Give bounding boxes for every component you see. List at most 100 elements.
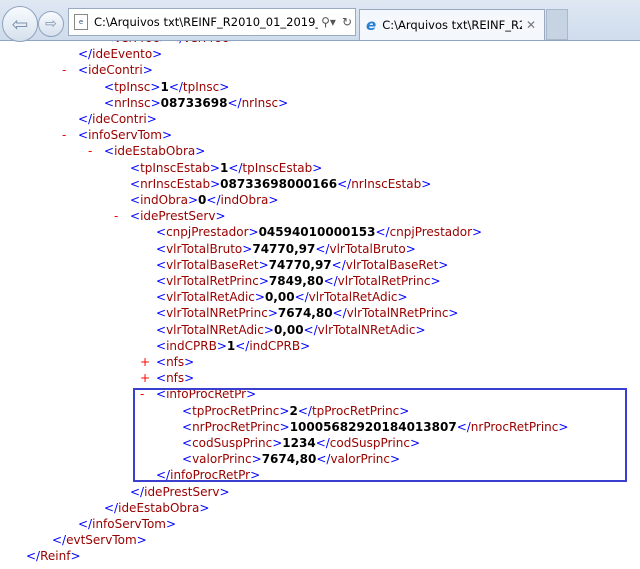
bracket: > [136,533,147,548]
bracket: < [156,371,167,386]
bracket: </ [206,193,221,207]
tag-name: nrInscEstab [140,176,211,191]
tag-name: indCPRB [166,338,217,353]
bracket: </ [303,322,318,337]
bracket: < [156,290,167,305]
xml-line: <cnpjPrestador>04594010000153</cnpjPrest… [156,224,482,240]
xml-line: <vlrTotalRetPrinc>7849,80</vlrTotalRetPr… [156,273,441,289]
tag-name: nrInsc [114,95,151,110]
forward-arrow-icon: ⇨ [45,16,57,32]
tab-active[interactable]: e C:\Arquivos txt\REINF_R201... ✕ [359,9,545,40]
bracket: < [156,241,167,256]
xml-line: </evtServTom> [52,532,147,548]
bracket: > [472,225,483,240]
tag-value: 08733698000166 [220,176,338,191]
xml-line: <nrInscEstab>08733698000166</nrInscEstab… [130,176,431,192]
bracket: > [146,112,157,126]
xml-line: <vlrTotalRetAdic>0,00</vlrTotalRetAdic> [156,289,408,305]
bracket: > [258,274,269,288]
tag-name: idePrestServ [140,209,216,224]
bracket: </ [78,47,93,62]
tag-value: 74770,97 [252,241,316,256]
bracket: < [104,79,115,94]
address-bar[interactable]: e C:\Arquivos txt\REINF_R2010_01_2019_F … [68,8,356,36]
new-tab-button[interactable] [546,9,568,40]
xml-line: <ideEstabObra> [104,143,205,159]
tag-name: indObra [220,193,269,207]
tag-value: 7674,80 [277,306,333,321]
tag-name: infoServTom [88,128,162,143]
bracket: > [267,306,278,321]
bracket: </ [331,257,346,272]
close-icon[interactable]: ✕ [526,18,536,32]
tag-name: nfs [166,371,185,386]
xml-line: </idePrestServ> [130,484,230,500]
bracket: </ [168,79,183,94]
forward-button[interactable]: ⇨ [38,11,64,37]
tag-name: indCPRB [249,338,301,353]
bracket: < [130,160,141,175]
xml-line: <vlrTotalBaseRet>74770,97</vlrTotalBaseR… [156,257,448,273]
tag-name: ideContri [88,63,143,78]
search-icon[interactable]: ⚲▾ [321,15,336,29]
bracket: < [156,257,167,272]
tag-name: infoServTom [92,517,166,531]
tag-name: vlrTotalNRetAdic [166,322,264,337]
bracket: < [156,322,167,337]
xml-line: </Reinf> [26,548,81,564]
xml-line: <nfs> [156,354,194,370]
bracket: > [219,79,230,94]
tag-name: vlrTotalNRetPrinc [346,306,449,321]
tag-value: 0,00 [264,290,295,305]
xml-line: </infoServTom> [78,516,176,532]
bracket: </ [323,274,338,288]
bracket: > [165,517,177,531]
expand-toggle[interactable]: + [140,370,150,386]
tag-name: indObra [140,193,188,207]
tag-name: ideEstabObra [118,500,200,515]
tag-value: 04594010000153 [258,225,376,240]
tag-name: idePrestServ [144,484,220,499]
collapse-toggle[interactable]: - [114,208,124,224]
bracket: > [184,371,195,386]
bracket: > [254,290,265,305]
bracket: > [210,176,221,191]
tag-name: nrInscEstab [351,176,422,191]
bracket: > [300,338,311,353]
bracket: < [78,63,89,78]
bracket: < [156,225,167,240]
xml-line: <indObra>0</indObra> [130,192,278,208]
collapse-toggle[interactable]: - [88,143,98,159]
tag-name: tpInsc [114,79,151,94]
expand-toggle[interactable]: + [140,354,150,370]
tag-value: 1 [160,79,169,94]
bracket: </ [26,549,41,564]
bracket: > [209,160,220,175]
bracket: > [248,225,259,240]
bracket: > [195,144,206,159]
tag-name: vlrTotalRetAdic [308,290,398,305]
tag-value: 74770,97 [268,257,332,272]
xml-line: <vlrTotalNRetPrinc>7674,80</vlrTotalNRet… [156,305,458,321]
bracket: > [199,500,210,515]
tag-name: vlrTotalBaseRet [345,257,439,272]
collapse-toggle[interactable]: - [62,62,72,78]
tag-name: vlrTotalRetPrinc [337,274,431,288]
bracket: < [104,144,115,159]
collapse-toggle[interactable]: - [62,127,72,143]
tag-name: ideContri [92,112,147,126]
tag-name: ideEstabObra [114,144,196,159]
browser-toolbar: ⇦ ⇨ e C:\Arquivos txt\REINF_R2010_01_201… [0,0,640,42]
address-input[interactable]: C:\Arquivos txt\REINF_R2010_01_2019_F [94,15,318,29]
tag-name: vlrTotalBaseRet [166,257,259,272]
xml-line: </ideContri> [78,111,157,127]
bracket: > [430,274,441,288]
bracket: > [150,79,161,94]
xml-line: <idePrestServ> [130,208,226,224]
tag-name: ideEvento [92,47,153,62]
back-button[interactable]: ⇦ [2,6,38,42]
bracket: </ [337,176,352,191]
refresh-icon[interactable]: ↻ [342,15,352,29]
tag-value: 08733698 [160,95,228,110]
xml-line: <vlrTotalBruto>74770,97</vlrTotalBruto> [156,241,416,257]
